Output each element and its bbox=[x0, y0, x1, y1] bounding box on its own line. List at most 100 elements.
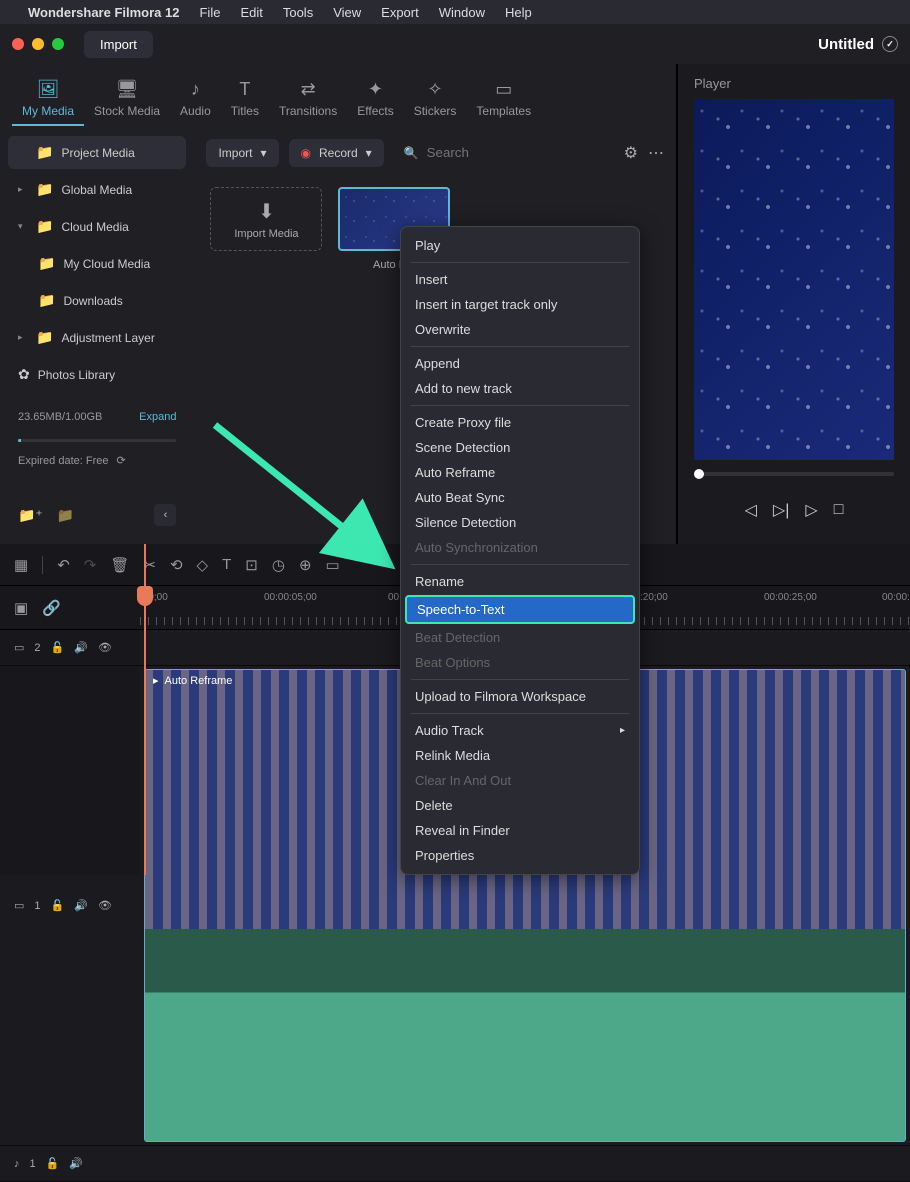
tab-templates[interactable]: ▭Templates bbox=[466, 72, 541, 126]
ctx-append[interactable]: Append bbox=[401, 351, 639, 376]
menu-file[interactable]: File bbox=[199, 5, 220, 20]
filter-icon[interactable]: ⚙ bbox=[624, 143, 638, 163]
tab-transitions[interactable]: ⇄Transitions bbox=[269, 72, 347, 126]
close-window-button[interactable] bbox=[12, 38, 24, 50]
ctx-beat-detection: Beat Detection bbox=[401, 625, 639, 650]
menu-export[interactable]: Export bbox=[381, 5, 419, 20]
player-viewport[interactable] bbox=[694, 99, 894, 460]
ctx-relink-media[interactable]: Relink Media bbox=[401, 743, 639, 768]
delete-button[interactable]: 🗑 bbox=[110, 556, 129, 574]
window-controls bbox=[12, 38, 64, 50]
lock-icon[interactable]: 🔓 bbox=[51, 641, 65, 654]
clock-button[interactable]: ◷ bbox=[272, 556, 285, 574]
next-frame-button[interactable]: ▷| bbox=[773, 500, 789, 520]
redo-button[interactable]: ↷ bbox=[84, 556, 97, 574]
sidebar-item-adjustment-layer[interactable]: ▸📁Adjustment Layer bbox=[8, 321, 186, 354]
tab-audio[interactable]: ♪Audio bbox=[170, 72, 221, 126]
ctx-insert-target[interactable]: Insert in target track only bbox=[401, 292, 639, 317]
tab-effects[interactable]: ✦Effects bbox=[347, 72, 403, 126]
undo-button[interactable]: ↶ bbox=[57, 556, 70, 574]
menu-window[interactable]: Window bbox=[439, 5, 485, 20]
ctx-speech-to-text[interactable]: Speech-to-Text bbox=[405, 595, 635, 624]
ctx-add-new-track[interactable]: Add to new track bbox=[401, 376, 639, 401]
menu-tools[interactable]: Tools bbox=[283, 5, 313, 20]
ctx-play[interactable]: Play bbox=[401, 233, 639, 258]
mute-icon[interactable]: 🔊 bbox=[69, 1157, 83, 1170]
ctx-upload-workspace[interactable]: Upload to Filmora Workspace bbox=[401, 684, 639, 709]
ctx-silence-detection[interactable]: Silence Detection bbox=[401, 510, 639, 535]
ctx-auto-reframe[interactable]: Auto Reframe bbox=[401, 460, 639, 485]
record-dropdown[interactable]: ◉Record▾ bbox=[289, 139, 384, 167]
search-input[interactable]: 🔍 bbox=[394, 138, 614, 167]
timeline-stack-icon[interactable]: ▣ bbox=[14, 599, 28, 617]
tag-button[interactable]: ◇ bbox=[197, 556, 209, 574]
stop-button[interactable]: □ bbox=[834, 501, 844, 519]
ctx-auto-beat-sync[interactable]: Auto Beat Sync bbox=[401, 485, 639, 510]
menu-edit[interactable]: Edit bbox=[240, 5, 262, 20]
import-media-card[interactable]: ⬇ Import Media bbox=[210, 187, 322, 251]
ctx-insert[interactable]: Insert bbox=[401, 267, 639, 292]
app-name[interactable]: Wondershare Filmora 12 bbox=[28, 5, 179, 20]
ctx-proxy[interactable]: Create Proxy file bbox=[401, 410, 639, 435]
prev-frame-button[interactable]: ◁ bbox=[745, 500, 757, 520]
ctx-scene-detection[interactable]: Scene Detection bbox=[401, 435, 639, 460]
transitions-icon: ⇄ bbox=[297, 78, 319, 100]
templates-icon: ▭ bbox=[493, 78, 515, 100]
ctx-reveal-finder[interactable]: Reveal in Finder bbox=[401, 818, 639, 843]
ctx-overwrite[interactable]: Overwrite bbox=[401, 317, 639, 342]
photos-icon: ✿ bbox=[18, 366, 30, 383]
import-dropdown[interactable]: Import▾ bbox=[206, 139, 278, 167]
video-track-icon: ▭ bbox=[14, 641, 24, 654]
crop-button[interactable]: ⊡ bbox=[245, 556, 258, 574]
text-button[interactable]: T bbox=[222, 556, 231, 573]
playhead[interactable] bbox=[144, 544, 146, 875]
chevron-right-icon: ▸ bbox=[620, 725, 625, 736]
speed-button[interactable]: ⟲ bbox=[170, 556, 183, 574]
track-button[interactable]: ▭ bbox=[326, 556, 340, 574]
folder-action-icon[interactable]: 📁 bbox=[57, 507, 74, 524]
menu-help[interactable]: Help bbox=[505, 5, 532, 20]
download-icon: ⬇ bbox=[258, 199, 275, 224]
sidebar-item-my-cloud-media[interactable]: 📁My Cloud Media bbox=[8, 247, 186, 280]
ctx-rename[interactable]: Rename bbox=[401, 569, 639, 594]
tab-my-media[interactable]: 🖼My Media bbox=[12, 72, 84, 126]
ctx-delete[interactable]: Delete bbox=[401, 793, 639, 818]
play-button[interactable]: ▷ bbox=[805, 500, 817, 520]
folder-icon: 📁 bbox=[36, 329, 53, 346]
collapse-sidebar-button[interactable]: ‹ bbox=[154, 504, 176, 526]
grid-icon[interactable]: ▦ bbox=[14, 556, 28, 574]
sidebar-item-global-media[interactable]: ▸📁Global Media bbox=[8, 173, 186, 206]
refresh-icon[interactable]: ⟳ bbox=[117, 454, 126, 467]
color-button[interactable]: ⊕ bbox=[299, 556, 312, 574]
visibility-icon[interactable]: 👁 bbox=[98, 899, 112, 912]
player-progress[interactable] bbox=[694, 472, 894, 476]
chevron-down-icon: ▾ bbox=[366, 146, 372, 160]
expand-storage-link[interactable]: Expand bbox=[139, 411, 176, 423]
import-button[interactable]: Import bbox=[84, 31, 153, 58]
minimize-window-button[interactable] bbox=[32, 38, 44, 50]
sidebar-item-downloads[interactable]: 📁Downloads bbox=[8, 284, 186, 317]
sidebar-item-photos-library[interactable]: ✿Photos Library bbox=[8, 358, 186, 391]
chevron-down-icon: ▾ bbox=[18, 221, 28, 232]
tab-stickers[interactable]: ✧Stickers bbox=[404, 72, 467, 126]
lock-icon[interactable]: 🔓 bbox=[46, 1157, 60, 1170]
sidebar-item-cloud-media[interactable]: ▾📁Cloud Media bbox=[8, 210, 186, 243]
visibility-icon[interactable]: 👁 bbox=[98, 641, 112, 654]
lock-icon[interactable]: 🔓 bbox=[51, 899, 65, 912]
tab-stock-media[interactable]: 🖥Stock Media bbox=[84, 72, 170, 126]
saved-indicator-icon: ✓ bbox=[882, 36, 898, 52]
new-folder-icon[interactable]: 📁⁺ bbox=[18, 507, 43, 524]
timeline-link-icon[interactable]: 🔗 bbox=[42, 599, 61, 617]
sidebar-item-project-media[interactable]: 📁Project Media bbox=[8, 136, 186, 169]
mute-icon[interactable]: 🔊 bbox=[74, 641, 88, 654]
folder-icon: 📁 bbox=[38, 292, 55, 309]
more-icon[interactable]: ⋯ bbox=[648, 143, 664, 163]
maximize-window-button[interactable] bbox=[52, 38, 64, 50]
menu-view[interactable]: View bbox=[333, 5, 361, 20]
video-track-icon: ▭ bbox=[14, 899, 24, 912]
tab-titles[interactable]: TTitles bbox=[221, 72, 269, 126]
mute-icon[interactable]: 🔊 bbox=[74, 899, 88, 912]
ctx-audio-track[interactable]: Audio Track▸ bbox=[401, 718, 639, 743]
ctx-properties[interactable]: Properties bbox=[401, 843, 639, 868]
audio-track-1: ♪ 1 🔓 🔊 bbox=[0, 1146, 910, 1182]
